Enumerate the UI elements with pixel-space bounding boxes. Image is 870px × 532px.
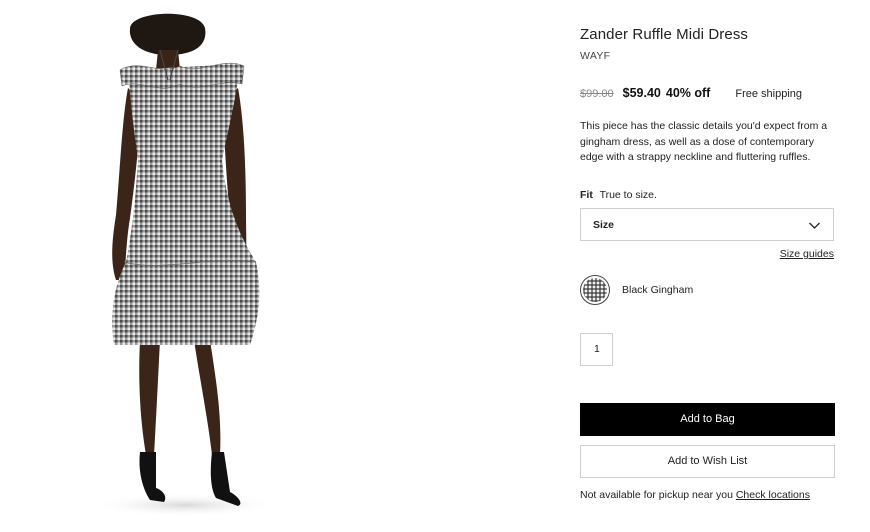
size-guides-link[interactable]: Size guides (780, 248, 834, 260)
product-brand[interactable]: WAYF (580, 50, 610, 62)
chevron-down-icon (808, 219, 821, 237)
discount-badge: 40% off (665, 86, 711, 100)
color-name: Black Gingham (622, 284, 694, 296)
fit-label: Fit (580, 189, 593, 201)
original-price: $99.00 (580, 88, 614, 100)
swatch-pattern (583, 278, 607, 302)
price-row: $99.00 $59.40 40% off Free shipping (580, 86, 840, 100)
add-to-wish-list-button[interactable]: Add to Wish List (580, 445, 835, 478)
product-image[interactable] (60, 0, 300, 532)
quantity-input[interactable]: 1 (580, 333, 613, 366)
product-page: Zander Ruffle Midi Dress WAYF $99.00 $59… (0, 0, 870, 532)
add-to-bag-button[interactable]: Add to Bag (580, 403, 835, 436)
product-description: This piece has the classic details you'd… (580, 120, 828, 163)
shipping-info: Free shipping (735, 88, 802, 100)
fit-value: True to size. (599, 189, 657, 201)
color-selector: Black Gingham (580, 275, 693, 305)
fit-info: Fit True to size. (580, 189, 657, 201)
color-swatch-black-gingham[interactable] (580, 275, 610, 305)
model-photo (90, 13, 280, 517)
check-locations-link[interactable]: Check locations (736, 489, 810, 501)
product-title: Zander Ruffle Midi Dress (580, 26, 749, 43)
sale-price: $59.40 (622, 86, 661, 100)
pickup-availability: Not available for pickup near you Check … (580, 489, 810, 501)
pickup-text: Not available for pickup near you (580, 489, 733, 501)
size-select[interactable]: Size (580, 208, 834, 241)
size-select-label: Size (593, 219, 615, 231)
